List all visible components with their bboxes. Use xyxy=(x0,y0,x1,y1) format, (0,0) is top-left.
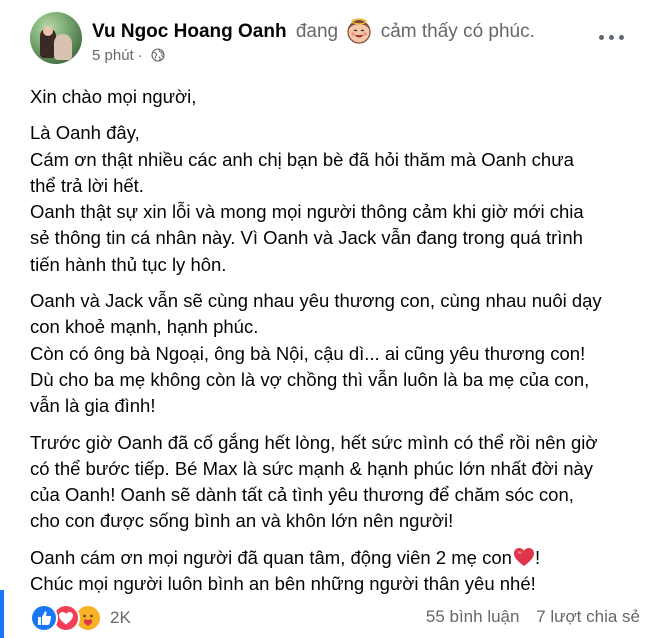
post-time[interactable]: 5 phút xyxy=(92,47,134,64)
post-paragraph: Là Oanh đây, Cám ơn thật nhiều các anh c… xyxy=(30,120,640,278)
post-paragraph: Oanh và Jack vẫn sẽ cùng nhau yêu thương… xyxy=(30,288,640,419)
avatar-face xyxy=(43,26,53,36)
post-text-line: sẻ thông tin cá nhân này. Vì Oanh và Jac… xyxy=(30,227,583,249)
post-paragraph: Oanh cám ơn mọi người đã quan tâm, động … xyxy=(30,545,640,598)
post-text-line: Oanh và Jack vẫn sẽ cùng nhau yêu thương… xyxy=(30,290,602,312)
post-body: Xin chào mọi người, Là Oanh đây, Cám ơn … xyxy=(30,84,640,607)
post-text-segment: ! xyxy=(534,546,541,568)
post-text-line: vẫn là gia đình! xyxy=(30,395,156,417)
post-text-line: Dù cho ba mẹ không còn là vợ chồng thì v… xyxy=(30,368,590,390)
post-text-line: có thể bước tiếp. Bé Max là sức mạnh & h… xyxy=(30,457,594,479)
post-text-line: con khoẻ mạnh, hạnh phúc. xyxy=(30,316,259,338)
meta-separator: · xyxy=(137,47,143,64)
like-reaction-icon xyxy=(30,604,58,632)
post-header: Vu Ngoc Hoang Oanh đang cảm thấy có phúc… xyxy=(30,12,630,70)
post-text-line: Oanh cám ơn mọi người đã quan tâm, động … xyxy=(30,545,640,571)
post-text-line: Là Oanh đây, xyxy=(30,122,140,144)
author-avatar[interactable] xyxy=(30,12,82,64)
post-text-segment: Oanh cám ơn mọi người đã quan tâm, động … xyxy=(30,546,512,568)
post-paragraph: Xin chào mọi người, xyxy=(30,84,640,110)
more-options-icon xyxy=(609,35,614,40)
globe-icon[interactable] xyxy=(151,48,165,62)
post-paragraph: Trước giờ Oanh đã cố gắng hết lòng, hết … xyxy=(30,430,640,535)
post-text-line: cho con được sống bình an và khôn lớn nê… xyxy=(30,510,454,532)
post-text-line: Cám ơn thật nhiều các anh chị bạn bè đã … xyxy=(30,148,574,170)
reactions-summary[interactable]: 2K xyxy=(30,604,131,632)
reaction-count[interactable]: 2K xyxy=(110,608,131,628)
engagement-counts: 55 bình luận 7 lượt chia sẻ xyxy=(426,607,640,627)
blessed-face-emoji-icon xyxy=(347,18,372,44)
author-name[interactable]: Vu Ngoc Hoang Oanh xyxy=(92,21,287,42)
feeling-text: cảm thấy có phúc. xyxy=(380,21,535,42)
facebook-post: Vu Ngoc Hoang Oanh đang cảm thấy có phúc… xyxy=(0,0,660,638)
more-options-icon xyxy=(599,35,604,40)
post-meta: 5 phút · xyxy=(92,46,165,66)
post-text-line: Chúc mọi người luôn bình an bên những ng… xyxy=(30,573,536,595)
red-heart-icon xyxy=(513,547,534,566)
post-text-line: Oanh thật sự xin lỗi và mong mọi người t… xyxy=(30,201,584,223)
feeling-prefix: đang xyxy=(295,21,339,42)
post-footer: 2K 55 bình luận 7 lượt chia sẻ xyxy=(30,604,640,634)
more-options-icon xyxy=(619,35,624,40)
post-text-line: Trước giờ Oanh đã cố gắng hết lòng, hết … xyxy=(30,431,598,453)
avatar-figure xyxy=(54,34,72,60)
post-text-line: Xin chào mọi người, xyxy=(30,86,197,107)
post-text-line: Còn có ông bà Ngoại, ông bà Nội, cậu dì.… xyxy=(30,342,586,364)
comments-count-link[interactable]: 55 bình luận xyxy=(426,607,520,626)
shares-count-link[interactable]: 7 lượt chia sẻ xyxy=(536,607,640,626)
more-options-button[interactable] xyxy=(594,24,630,50)
post-text-line: tiến hành thủ tục ly hôn. xyxy=(30,253,227,275)
author-line: Vu Ngoc Hoang Oanh đang cảm thấy có phúc… xyxy=(92,18,535,44)
post-text-line: của Oanh! Oanh sẽ dành tất cả tình yêu t… xyxy=(30,484,574,506)
post-text-line: thể trả lời hết. xyxy=(30,174,144,196)
